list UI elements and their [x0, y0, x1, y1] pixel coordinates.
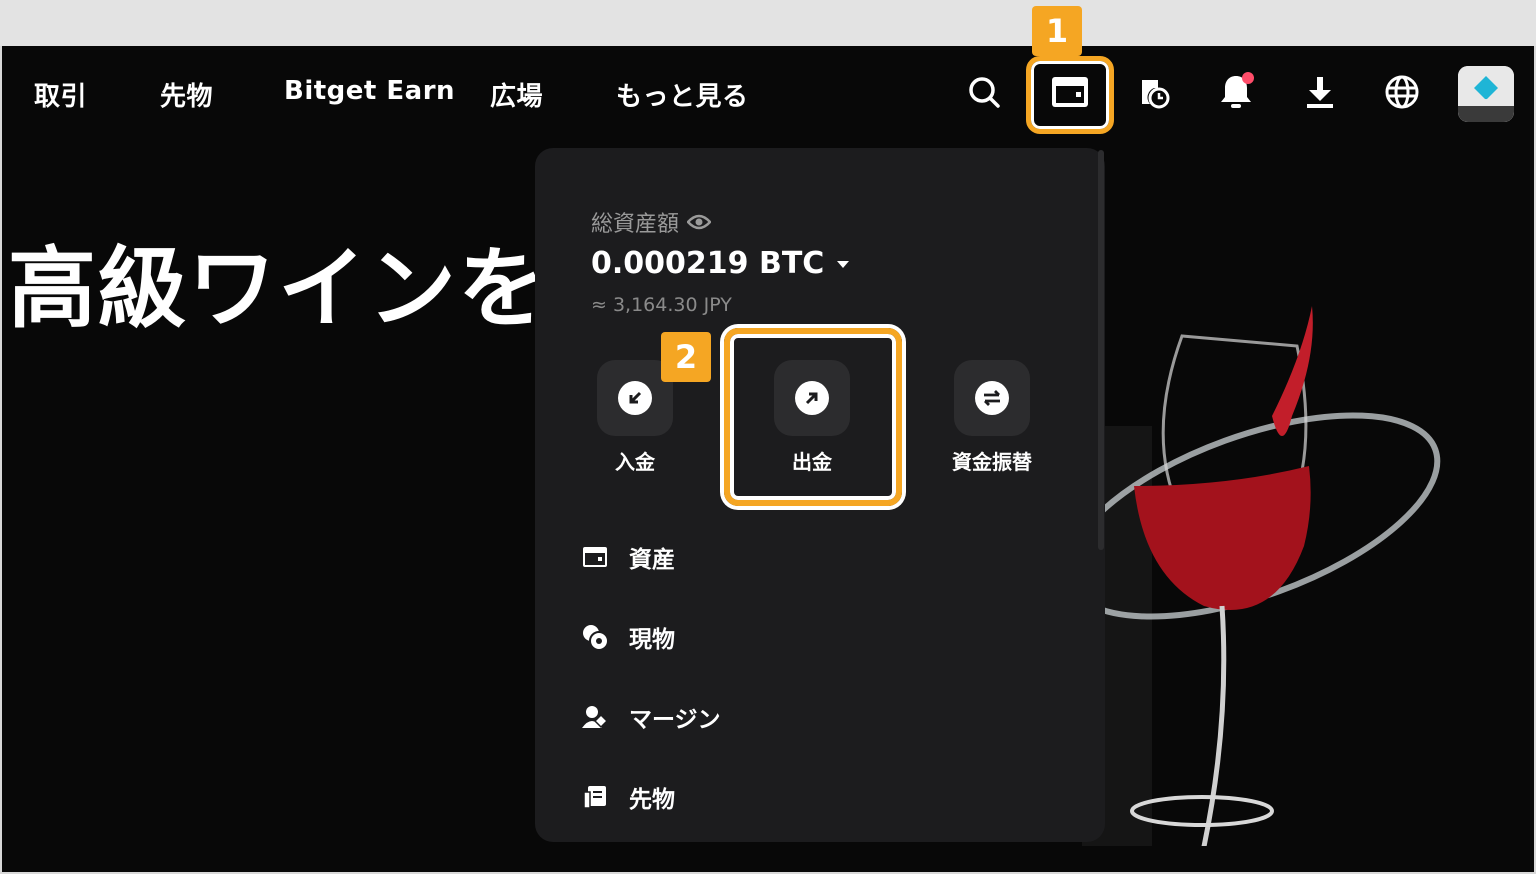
bell-icon[interactable]: [1214, 70, 1258, 114]
wallet-icon: [581, 543, 609, 571]
notification-dot: [1242, 72, 1254, 84]
dropdown-scrollbar[interactable]: [1098, 150, 1104, 550]
eye-icon[interactable]: [687, 214, 712, 230]
coins-icon: [581, 623, 609, 651]
total-balance[interactable]: 0.000219 BTC: [591, 246, 850, 281]
nav-item-square[interactable]: 広場: [490, 76, 543, 113]
nav-item-futures[interactable]: 先物: [160, 76, 213, 113]
page-frame: 取引 先物 Bitget Earn 広場 もっと見る 高級ワインを 総資産額 0…: [0, 46, 1536, 874]
step-badge-1: 1: [1032, 6, 1082, 56]
avatar[interactable]: [1458, 66, 1514, 122]
step-badge-2: 2: [661, 332, 711, 382]
nav-item-more[interactable]: もっと見る: [616, 76, 749, 113]
nav-item-trade[interactable]: 取引: [34, 76, 87, 113]
transfer-button[interactable]: 資金振替: [932, 360, 1052, 475]
menu-item-spot[interactable]: 現物: [581, 620, 675, 654]
menu-item-margin[interactable]: マージン: [581, 700, 721, 734]
margin-icon: [581, 703, 609, 731]
highlight-wallet-icon: [1026, 56, 1114, 134]
browser-top-strip: [0, 0, 1536, 46]
globe-icon[interactable]: [1380, 70, 1424, 114]
wine-glass-image: [1072, 306, 1441, 846]
order-history-icon[interactable]: [1132, 70, 1176, 114]
highlight-withdraw-button: [724, 328, 902, 506]
futures-icon: [581, 783, 609, 811]
menu-item-assets[interactable]: 資産: [581, 540, 675, 574]
fiat-balance: ≈ 3,164.30 JPY: [591, 294, 732, 316]
total-assets-label: 総資産額: [591, 206, 712, 238]
nav-item-earn[interactable]: Bitget Earn: [284, 76, 455, 106]
transfer-icon: [975, 381, 1009, 415]
deposit-arrow-icon: [618, 381, 652, 415]
search-icon[interactable]: [962, 70, 1006, 114]
hero-title: 高級ワインを: [8, 237, 549, 340]
top-nav: 取引 先物 Bitget Earn 広場 もっと見る: [2, 46, 1534, 138]
download-icon[interactable]: [1298, 70, 1342, 114]
caret-down-icon[interactable]: [836, 259, 850, 269]
menu-item-futures[interactable]: 先物: [581, 780, 675, 814]
